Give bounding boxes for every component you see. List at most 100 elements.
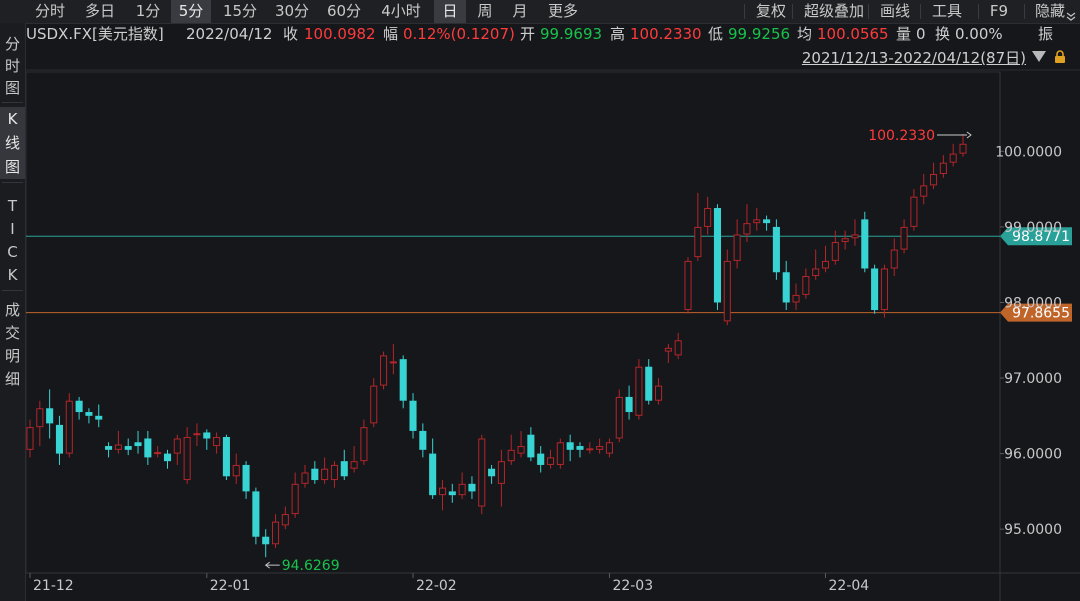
tool-separator — [744, 4, 745, 19]
candle-body — [949, 153, 957, 163]
high-value: 100.2330 — [630, 25, 702, 43]
candle-body — [596, 446, 604, 450]
tool-separator — [868, 4, 869, 19]
lock-icon[interactable] — [1054, 50, 1066, 64]
candle-body — [458, 483, 466, 496]
tool-2[interactable]: 画线 — [874, 0, 916, 23]
sidebar-char: 图 — [4, 79, 20, 97]
tab-3[interactable]: 5分 — [171, 0, 211, 23]
x-tick-label: 22-03 — [612, 578, 653, 594]
tab-1[interactable]: 多日 — [80, 0, 120, 23]
candle-body — [46, 408, 54, 424]
candle-body — [409, 400, 417, 431]
candle-body — [95, 415, 103, 420]
tab-5[interactable]: 30分 — [270, 0, 314, 23]
candle-body — [763, 219, 771, 224]
chart-grid — [25, 69, 1080, 601]
candle-body — [821, 260, 830, 269]
tab-11[interactable]: 更多 — [541, 0, 585, 23]
tool-separator — [1024, 4, 1025, 19]
kline-chart[interactable]: 98.877197.8655 95.000096.000097.000098.0… — [0, 0, 1080, 601]
sidebar-item-1[interactable]: K线图 — [0, 107, 25, 179]
close-value: 100.0982 — [304, 25, 376, 43]
candle-body — [222, 436, 230, 477]
tab-0[interactable]: 分时 — [30, 0, 70, 23]
candle-body — [605, 442, 613, 454]
candle-body — [861, 219, 869, 269]
candle-body — [370, 385, 378, 424]
close-label: 收 — [283, 25, 299, 43]
candle-body — [291, 483, 299, 515]
candle-body — [262, 536, 270, 545]
tab-9[interactable]: 周 — [469, 0, 501, 23]
candle-body — [890, 249, 898, 269]
candle-body — [65, 400, 73, 454]
candle-body — [281, 514, 289, 526]
candle-body — [75, 400, 83, 413]
y-tick-label: 96.0000 — [1004, 447, 1062, 463]
date-range-selector[interactable]: 2021/12/13-2022/04/12(87日) — [802, 48, 1026, 68]
date: 2022/04/12 — [186, 25, 273, 43]
candle-body — [684, 260, 692, 311]
candle-body — [959, 143, 967, 154]
sidebar-char: 明 — [4, 347, 20, 365]
low-label: 低 — [708, 25, 724, 43]
sidebar-char: 图 — [4, 158, 20, 176]
vol-value: 0 — [916, 25, 926, 43]
candle-body — [438, 487, 447, 496]
tool-5[interactable]: 隐藏 — [1030, 0, 1070, 23]
sidebar-item-3[interactable]: 成交明细 — [0, 299, 25, 391]
candle-body — [419, 430, 427, 450]
candle-body — [782, 272, 790, 303]
range-dropdown-icon[interactable] — [1032, 51, 1046, 62]
candle-body — [831, 242, 839, 261]
candle-body — [694, 226, 702, 258]
sidebar-char: 成 — [4, 301, 20, 319]
candle-body — [144, 438, 152, 458]
candle-body — [645, 366, 653, 401]
tab-8[interactable]: 日 — [434, 0, 466, 23]
tab-2[interactable]: 1分 — [132, 0, 164, 23]
change-label: 幅 — [383, 25, 399, 43]
open-label: 开 — [520, 25, 536, 43]
tab-7[interactable]: 4小时 — [374, 0, 428, 23]
sidebar-item-2[interactable]: TICK — [0, 195, 25, 287]
candle-body — [900, 226, 908, 250]
tool-1[interactable]: 超级叠加 — [798, 0, 870, 23]
candle-body — [154, 452, 162, 455]
tool-3[interactable]: 工具 — [926, 0, 968, 23]
tool-0[interactable]: 复权 — [750, 0, 792, 23]
candle-body — [674, 340, 682, 356]
chevron-down-icon[interactable] — [1066, 6, 1076, 21]
tool-separator — [978, 4, 979, 19]
tab-10[interactable]: 月 — [504, 0, 536, 23]
candle-body — [537, 453, 545, 465]
candle-body — [429, 453, 437, 496]
candle-body — [124, 446, 132, 450]
tab-4[interactable]: 15分 — [218, 0, 262, 23]
sidebar-separator — [2, 290, 23, 291]
tab-6[interactable]: 60分 — [322, 0, 366, 23]
candle-body — [360, 427, 368, 462]
candle-body — [527, 434, 535, 458]
sidebar-separator — [2, 182, 23, 183]
sidebar-separator — [2, 102, 23, 103]
candle-body — [389, 361, 397, 364]
candle-body — [55, 424, 63, 454]
candle-body — [85, 412, 93, 416]
candle-body — [792, 294, 800, 303]
tool-4[interactable]: F9 — [984, 0, 1014, 23]
sidebar-item-0[interactable]: 分时图 — [0, 33, 25, 99]
low-annotation: 94.6269 — [282, 558, 340, 574]
candle-body — [36, 408, 44, 428]
candle-body — [242, 464, 250, 492]
y-tick-label: 99.0000 — [1004, 220, 1062, 236]
candle-body — [664, 347, 672, 352]
candle-body — [193, 433, 201, 436]
high-label: 高 — [610, 25, 626, 43]
candle-body — [615, 396, 623, 439]
sidebar-char: 时 — [4, 57, 20, 75]
x-tick-label: 22-04 — [829, 578, 870, 594]
candle-body — [203, 432, 211, 439]
symbol: USDX.FX[美元指数] — [26, 25, 164, 43]
